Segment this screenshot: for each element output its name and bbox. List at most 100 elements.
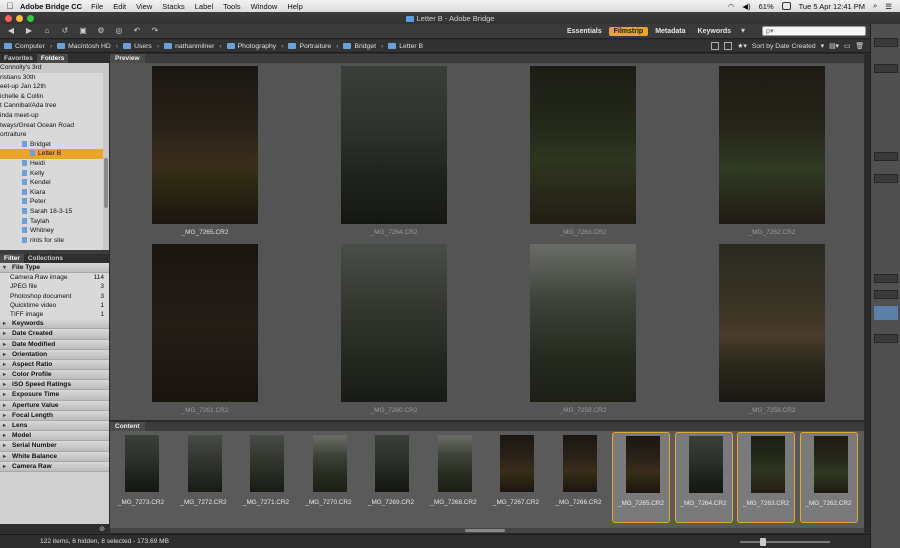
- filmstrip-item[interactable]: _MG_7266.CR2: [550, 432, 608, 523]
- filter-section[interactable]: Aperture Value: [0, 400, 109, 411]
- photo-thumbnail[interactable]: [751, 436, 785, 493]
- filmstrip-item[interactable]: _MG_7273.CR2: [112, 432, 170, 523]
- filter-section[interactable]: Aspect Ratio: [0, 359, 109, 370]
- breadcrumb-item[interactable]: nathanmilner ›: [164, 43, 222, 50]
- filmstrip-item[interactable]: _MG_7263.CR2: [737, 432, 795, 523]
- clock[interactable]: Tue 5 Apr 12:41 PM: [799, 2, 865, 11]
- filter-item[interactable]: Photoshop document 3: [0, 291, 109, 301]
- sort-dropdown[interactable]: Sort by Date Created: [752, 43, 816, 50]
- filmstrip-item[interactable]: _MG_7264.CR2: [674, 432, 733, 523]
- workspace-essentials[interactable]: Essentials: [562, 27, 607, 36]
- breadcrumb-item[interactable]: Photography ›: [226, 43, 283, 50]
- filter-section[interactable]: Model: [0, 431, 109, 442]
- workspace-metadata[interactable]: Metadata: [650, 27, 690, 36]
- photo-thumbnail[interactable]: [341, 66, 447, 224]
- preview-item[interactable]: _MG_7258.CR2: [719, 244, 825, 414]
- folders-scrollbar[interactable]: [103, 63, 109, 250]
- photo-thumbnail[interactable]: [312, 435, 347, 492]
- menu-file[interactable]: File: [91, 2, 103, 11]
- menu-edit[interactable]: Edit: [113, 2, 126, 11]
- photo-thumbnail[interactable]: [125, 435, 159, 492]
- preview-item[interactable]: _MG_7262.CR2: [719, 66, 825, 236]
- filmstrip-item[interactable]: _MG_7267.CR2: [487, 432, 545, 523]
- folder-tree-item[interactable]: eet-up Jan 12th: [0, 82, 103, 92]
- filter-section[interactable]: Date Modified: [0, 339, 109, 350]
- view-grid-icon[interactable]: [711, 42, 720, 50]
- folder-tree-item[interactable]: ortraiture: [0, 130, 103, 140]
- view-list-icon[interactable]: [724, 42, 733, 50]
- refine-icon[interactable]: ⚙: [94, 26, 108, 36]
- star-filter-icon[interactable]: ★▾: [737, 42, 747, 50]
- folder-tree-item[interactable]: rints for site: [0, 236, 103, 246]
- photo-thumbnail[interactable]: [719, 66, 825, 224]
- preview-item[interactable]: _MG_7259.CR2: [530, 244, 636, 414]
- preview-item[interactable]: _MG_7263.CR2: [530, 66, 636, 236]
- folder-tree-item[interactable]: Kiara: [0, 188, 103, 198]
- open-recent-icon[interactable]: ▤▾: [829, 42, 839, 50]
- tab-folders[interactable]: Folders: [36, 54, 69, 63]
- tab-filter[interactable]: Filter: [0, 254, 24, 263]
- filter-section-file-type[interactable]: File Type: [0, 263, 109, 273]
- photo-thumbnail[interactable]: [688, 436, 723, 493]
- app-menu[interactable]: Adobe Bridge CC: [20, 2, 82, 11]
- rotate-left-icon[interactable]: ↶: [130, 26, 144, 36]
- workspace-filmstrip[interactable]: Filmstrip: [608, 26, 649, 36]
- preview-item[interactable]: _MG_7260.CR2: [341, 244, 447, 414]
- notification-center-icon[interactable]: ☰: [885, 2, 892, 11]
- photo-thumbnail[interactable]: [530, 244, 636, 402]
- photo-thumbnail[interactable]: [375, 435, 409, 492]
- filter-section[interactable]: ISO Speed Ratings: [0, 380, 109, 391]
- filter-item[interactable]: Quicktime video 1: [0, 300, 109, 310]
- folder-tree-item[interactable]: tways/Great Ocean Road: [0, 121, 103, 131]
- photo-thumbnail[interactable]: [500, 435, 534, 492]
- filter-section[interactable]: Focal Length: [0, 410, 109, 421]
- forward-icon[interactable]: ▶: [22, 26, 36, 36]
- folder-tree-item[interactable]: Heidi: [0, 159, 103, 169]
- breadcrumb-item[interactable]: Computer ›: [4, 43, 52, 50]
- preview-item[interactable]: _MG_7264.CR2: [341, 66, 447, 236]
- photo-thumbnail[interactable]: [341, 244, 447, 402]
- content-tab[interactable]: Content: [110, 422, 145, 431]
- filter-section[interactable]: Serial Number: [0, 441, 109, 452]
- wifi-icon[interactable]: ◠: [728, 2, 735, 11]
- preview-item[interactable]: _MG_7261.CR2: [152, 244, 258, 414]
- filter-section[interactable]: Lens: [0, 421, 109, 431]
- menu-stacks[interactable]: Stacks: [162, 2, 185, 11]
- filmstrip-item[interactable]: _MG_7268.CR2: [425, 432, 483, 523]
- filter-item[interactable]: JPEG file 3: [0, 282, 109, 292]
- filmstrip-item[interactable]: _MG_7269.CR2: [362, 432, 420, 523]
- photo-thumbnail[interactable]: [562, 435, 597, 492]
- breadcrumb-item[interactable]: Portraiture ›: [288, 43, 338, 50]
- folder-tree-item[interactable]: Kendel: [0, 178, 103, 188]
- filter-section[interactable]: Exposure Time: [0, 390, 109, 401]
- filter-item[interactable]: Camera Raw image 114: [0, 273, 109, 283]
- menu-label[interactable]: Label: [195, 2, 213, 11]
- folder-tree-item[interactable]: Letter B: [0, 149, 103, 159]
- filter-section[interactable]: Date Created: [0, 329, 109, 340]
- delete-icon[interactable]: 🗑: [855, 42, 864, 50]
- filmstrip-item[interactable]: _MG_7262.CR2: [799, 432, 858, 523]
- photo-thumbnail[interactable]: [813, 436, 848, 493]
- rotate-right-icon[interactable]: ↷: [148, 26, 162, 36]
- tab-collections[interactable]: Collections: [24, 254, 67, 263]
- folder-tree-item[interactable]: Kelly: [0, 169, 103, 179]
- photo-thumbnail[interactable]: [250, 435, 284, 492]
- breadcrumb-item[interactable]: Users ›: [123, 43, 159, 50]
- folder-tree-item[interactable]: Bridget: [0, 140, 103, 150]
- recent-folder-icon[interactable]: ⌂: [40, 26, 54, 36]
- filmstrip-item[interactable]: _MG_7272.CR2: [175, 432, 233, 523]
- filmstrip-item[interactable]: _MG_7270.CR2: [300, 432, 358, 523]
- search-input[interactable]: [762, 26, 866, 36]
- photo-thumbnail[interactable]: [437, 435, 472, 492]
- breadcrumb-item[interactable]: Letter B: [388, 43, 423, 50]
- breadcrumb-item[interactable]: Macintosh HD ›: [57, 43, 118, 50]
- folder-tree-item[interactable]: inda meet-up: [0, 111, 103, 121]
- filter-item[interactable]: TIFF image 1: [0, 309, 109, 320]
- new-folder-icon[interactable]: ▭: [844, 42, 850, 50]
- thumbnail-size-slider[interactable]: [740, 537, 830, 546]
- apple-icon[interactable]: : [0, 1, 20, 11]
- photo-thumbnail[interactable]: [152, 66, 258, 224]
- filmstrip-scrollbar[interactable]: [110, 528, 864, 533]
- folder-tree-item[interactable]: t Cannibal/Ada tree: [0, 101, 103, 111]
- filter-section[interactable]: Keywords: [0, 319, 109, 330]
